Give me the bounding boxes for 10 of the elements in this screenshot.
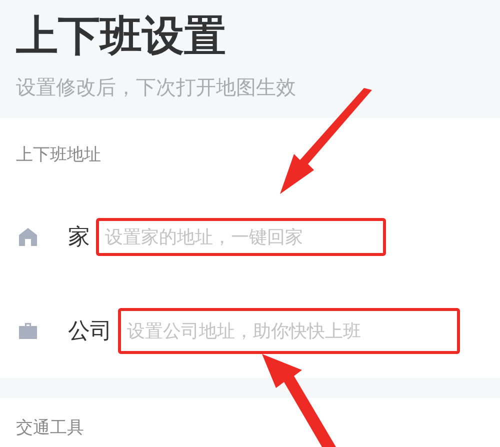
page-title: 上下班设置	[16, 10, 226, 62]
row-label: 家	[68, 224, 90, 252]
page-subtitle: 设置修改后，下次打开地图生效	[16, 74, 296, 101]
section-label: 交通工具	[16, 416, 84, 438]
row-label: 公司	[68, 318, 112, 346]
briefcase-icon	[18, 321, 38, 341]
home-icon	[18, 227, 38, 247]
address-field[interactable]: 设置公司地址，助你快快上班	[118, 308, 460, 354]
section-label: 上下班地址	[16, 144, 101, 166]
address-field[interactable]: 设置家的地址，一键回家	[96, 218, 386, 256]
